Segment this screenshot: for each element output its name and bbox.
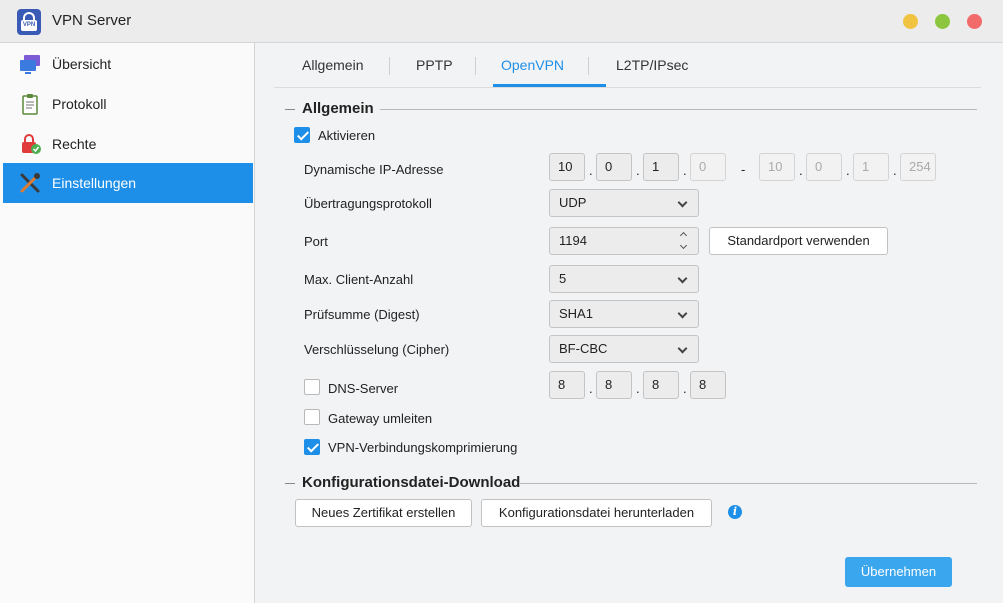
title-bar: VPN VPN Server: [0, 0, 1003, 43]
port-stepper[interactable]: 1194: [549, 227, 699, 255]
enable-label: Aktivieren: [318, 128, 376, 143]
ip-dot: .: [589, 381, 593, 396]
ip-end-octet-3: 1: [853, 153, 889, 181]
digest-select[interactable]: SHA1: [549, 300, 699, 328]
sidebar: Übersicht Protokoll Rechte Einstellungen: [0, 43, 255, 603]
sidebar-item-rechte[interactable]: Rechte: [3, 124, 253, 164]
ip-dot: .: [636, 381, 640, 396]
new-certificate-button[interactable]: Neues Zertifikat erstellen: [295, 499, 472, 527]
compression-checkbox[interactable]: [304, 439, 320, 455]
section-header-config: Konfigurationsdatei-Download: [285, 473, 977, 493]
tools-icon: [20, 173, 40, 193]
dns-octet-3[interactable]: 8: [643, 371, 679, 399]
tab-openvpn[interactable]: OpenVPN: [501, 57, 564, 73]
sidebar-item-label: Rechte: [52, 136, 97, 152]
vpn-lock-icon: VPN: [17, 9, 41, 35]
ip-start-octet-1[interactable]: 10: [549, 153, 585, 181]
chevron-up-icon[interactable]: [679, 231, 688, 240]
tab-divider: [389, 57, 390, 75]
sidebar-item-label: Protokoll: [52, 96, 107, 112]
max-clients-value: 5: [559, 271, 567, 286]
max-clients-label: Max. Client-Anzahl: [304, 272, 414, 287]
tab-l2tp-ipsec[interactable]: L2TP/IPsec: [616, 57, 688, 73]
port-label: Port: [304, 234, 328, 249]
section-header-general: Allgemein: [285, 99, 977, 119]
digest-value: SHA1: [559, 306, 593, 321]
ip-start-octet-3[interactable]: 1: [643, 153, 679, 181]
ip-start-octet-2[interactable]: 0: [596, 153, 632, 181]
protocol-label: Übertragungsprotokoll: [304, 196, 432, 211]
tab-allgemein[interactable]: Allgemein: [302, 57, 363, 73]
ip-dot: .: [589, 163, 593, 178]
ip-dot: .: [683, 381, 687, 396]
tab-divider: [588, 57, 589, 75]
sidebar-item-protokoll[interactable]: Protokoll: [3, 84, 253, 124]
ip-dot: .: [683, 163, 687, 178]
main-panel: Allgemein PPTP OpenVPN L2TP/IPsec Allgem…: [256, 43, 1003, 603]
ip-end-octet-1: 10: [759, 153, 795, 181]
ip-range-dash: -: [741, 162, 746, 177]
chevron-down-icon: [677, 273, 688, 284]
dns-server-checkbox[interactable]: [304, 379, 320, 395]
active-tab-indicator: [493, 84, 606, 87]
monitor-icon: [20, 55, 40, 74]
digest-label: Prüfsumme (Digest): [304, 307, 420, 322]
chevron-down-icon: [677, 343, 688, 354]
ip-start-octet-4: 0: [690, 153, 726, 181]
apply-button[interactable]: Übernehmen: [845, 557, 952, 587]
clipboard-icon: [22, 94, 38, 115]
ip-dot: .: [799, 163, 803, 178]
tab-bar: Allgemein PPTP OpenVPN L2TP/IPsec: [274, 43, 981, 88]
dns-server-label: DNS-Server: [328, 381, 399, 396]
tab-divider: [475, 57, 476, 75]
ip-end-octet-2: 0: [806, 153, 842, 181]
chevron-down-icon[interactable]: [679, 241, 688, 250]
ip-dot: .: [893, 163, 897, 178]
info-icon[interactable]: i: [728, 505, 742, 519]
gateway-checkbox[interactable]: [304, 409, 320, 425]
download-config-button[interactable]: Konfigurationsdatei herunterladen: [481, 499, 712, 527]
cipher-label: Verschlüsselung (Cipher): [304, 342, 450, 357]
gateway-label: Gateway umleiten: [328, 411, 433, 426]
close-button[interactable]: [967, 14, 982, 29]
sidebar-item-einstellungen[interactable]: Einstellungen: [3, 163, 253, 203]
maximize-button[interactable]: [935, 14, 950, 29]
max-clients-select[interactable]: 5: [549, 265, 699, 293]
chevron-down-icon: [677, 308, 688, 319]
lock-check-icon: [22, 134, 41, 154]
dns-octet-1[interactable]: 8: [549, 371, 585, 399]
ip-dot: .: [846, 163, 850, 178]
tab-pptp[interactable]: PPTP: [416, 57, 453, 73]
ip-dot: .: [636, 163, 640, 178]
port-value: 1194: [559, 233, 587, 248]
section-title: Konfigurationsdatei-Download: [302, 474, 521, 491]
ip-end-octet-4: 254: [900, 153, 936, 181]
dns-octet-4[interactable]: 8: [690, 371, 726, 399]
protocol-value: UDP: [559, 195, 587, 210]
window-title: VPN Server: [52, 12, 132, 29]
section-title: Allgemein: [302, 100, 374, 117]
sidebar-item-label: Einstellungen: [52, 175, 137, 191]
minimize-button[interactable]: [903, 14, 918, 29]
cipher-select[interactable]: BF-CBC: [549, 335, 699, 363]
compression-label: VPN-Verbindungskomprimierung: [328, 440, 518, 455]
sidebar-item-uebersicht[interactable]: Übersicht: [3, 44, 253, 84]
dynamic-ip-label: Dynamische IP-Adresse: [304, 162, 444, 177]
default-port-button[interactable]: Standardport verwenden: [709, 227, 888, 255]
enable-checkbox[interactable]: [294, 127, 310, 143]
sidebar-item-label: Übersicht: [52, 56, 112, 72]
chevron-down-icon: [677, 197, 688, 208]
protocol-select[interactable]: UDP: [549, 189, 699, 217]
cipher-value: BF-CBC: [559, 341, 608, 356]
dns-octet-2[interactable]: 8: [596, 371, 632, 399]
